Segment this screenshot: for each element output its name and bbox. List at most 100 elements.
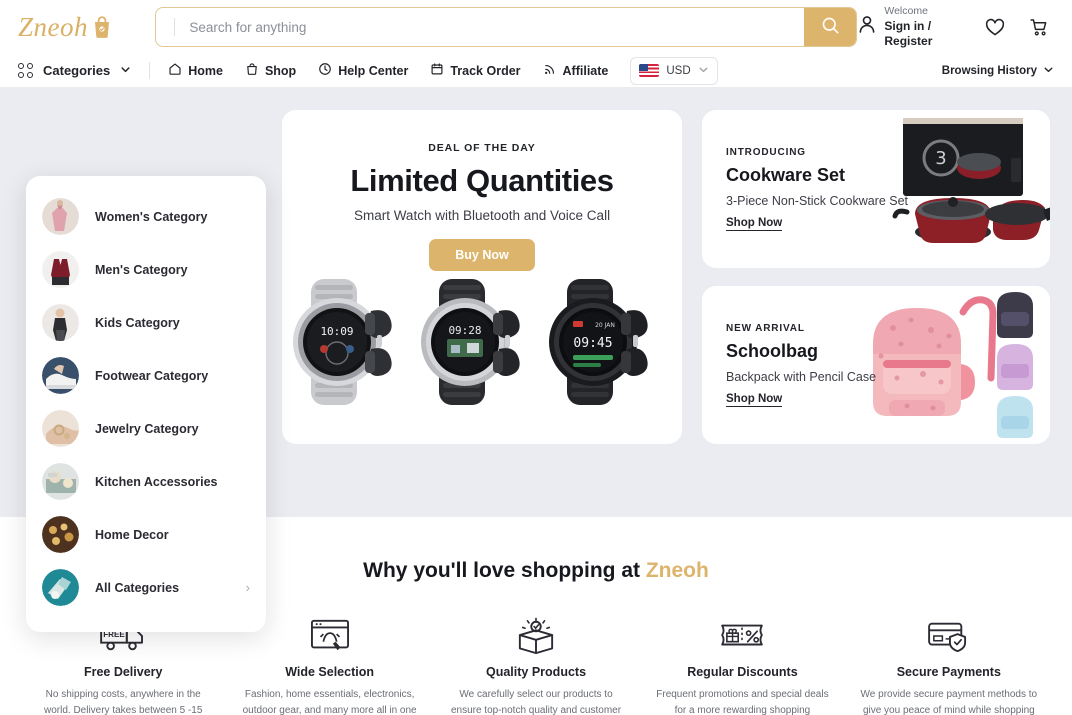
feature-quality-products-name: Quality Products [486,665,587,679]
account-labels: Welcome Sign in / Register [884,5,962,48]
page-root: Zneoh Search for anything Welcome Sign i… [0,0,1072,715]
promo-schoolbag-title: Schoolbag [726,341,819,361]
promo-cookware-shop-now[interactable]: Shop Now [726,217,783,231]
nav-item-home-label: Home [188,63,223,78]
user-icon [857,14,877,40]
feature-free-delivery-name: Free Delivery [83,665,163,679]
all-thumb-icon [42,569,79,606]
bag-icon [245,62,259,79]
nav-item-track-order[interactable]: Track Order [430,62,521,79]
calendar-icon [430,62,444,79]
kids-thumb-icon [42,304,79,341]
feature-wide-selection-desc: Fashion, home essentials, electronics, o… [242,689,417,715]
promo-schoolbag-kicker: NEW ARRIVAL [726,323,805,334]
nav-item-shop[interactable]: Shop [245,62,296,79]
category-item-womens[interactable]: Women's Category [26,190,266,243]
promo-schoolbag-desc: Backpack with Pencil Case [726,370,877,384]
feature-wide-selection-name: Wide Selection [285,665,374,679]
category-item-home-decor-label: Home Decor [95,527,169,542]
nav-item-help-center-label: Help Center [338,63,409,78]
svg-text:09:45: 09:45 [573,336,612,351]
nav-item-affiliate[interactable]: Affiliate [543,62,609,79]
promo-schoolbag-shop-now[interactable]: Shop Now [726,393,783,407]
feature-quality-products: Quality Products We carefully select our… [433,617,639,715]
feature-regular-discounts-name: Regular Discounts [687,665,798,679]
mens-thumb-icon [42,251,79,288]
feature-secure-payments: Secure Payments We provide secure paymen… [846,617,1052,715]
promo-cookware-kicker: INTRODUCING [726,147,806,158]
chevron-down-icon [1043,64,1054,78]
nav-links: Home Shop Help Center Track Order Affili… [168,62,608,79]
category-item-home-decor[interactable]: Home Decor [26,508,266,561]
us-flag-icon [639,64,660,77]
category-item-jewelry[interactable]: Jewelry Category [26,402,266,455]
search-bar[interactable] [155,7,858,47]
nav-item-home[interactable]: Home [168,62,223,79]
categories-label: Categories [43,63,111,78]
deal-of-the-day-card: DEAL OF THE DAY Limited Quantities Smart… [282,110,682,444]
svg-text:3: 3 [935,148,946,169]
decor-thumb-icon [42,516,79,553]
footwear-thumb-icon [42,357,79,394]
nav-item-shop-label: Shop [264,63,297,78]
grid-dots-icon [18,63,33,78]
category-item-jewelry-label: Jewelry Category [95,421,199,436]
category-item-mens[interactable]: Men's Category [26,243,266,296]
smartwatch-silver-image: 10:09 [293,277,415,410]
kitchen-thumb-icon [42,463,79,500]
main-nav: Categories Home Shop Help Center Track O… [0,54,1072,88]
promo-cookware-title: Cookware Set [726,165,846,185]
promo-card-schoolbag[interactable]: NEW ARRIVAL Schoolbag Backpack with Penc… [702,286,1050,444]
feature-secure-payments-desc: We provide secure payment methods to giv… [860,689,1038,715]
search-button[interactable] [804,8,857,46]
heart-icon[interactable] [984,16,1006,38]
home-icon [168,62,182,79]
category-item-kids-label: Kids Category [95,315,180,330]
features-title-brand: Zneoh [645,559,709,582]
secure-payments-card-icon [926,617,972,655]
header-actions: Welcome Sign in / Register [857,5,1054,48]
buy-now-button[interactable]: Buy Now [429,239,535,271]
svg-text:09:28: 09:28 [448,324,481,337]
jewelry-thumb-icon [42,410,79,447]
search-input[interactable] [175,8,805,46]
quality-products-box-icon [514,617,558,655]
broadcast-icon [543,62,557,79]
category-item-footwear[interactable]: Footwear Category [26,349,266,402]
categories-dropdown: Women's Category Men's Category Kids Cat… [26,176,266,632]
browsing-history-button[interactable]: Browsing History [942,64,1054,78]
nav-item-track-order-label: Track Order [450,63,521,78]
womens-thumb-icon [42,198,79,235]
feature-secure-payments-name: Secure Payments [896,665,1001,679]
wide-selection-window-icon [309,617,351,655]
logo-text: Zneoh [18,11,88,42]
chevron-down-icon [120,62,131,80]
nav-item-help-center[interactable]: Help Center [318,62,408,79]
cart-icon[interactable] [1028,16,1050,38]
help-circle-icon [318,62,332,79]
category-item-kids[interactable]: Kids Category [26,296,266,349]
deal-subtitle: Smart Watch with Bluetooth and Voice Cal… [353,208,611,223]
currency-selector[interactable]: USD [630,56,718,85]
category-item-all-categories[interactable]: All Categories › [26,561,266,614]
chevron-down-icon [698,62,709,80]
promo-cookware-text: INTRODUCING Cookware Set 3-Piece Non-Sti… [726,147,908,231]
category-item-kitchen[interactable]: Kitchen Accessories [26,455,266,508]
shopping-bag-icon [91,15,113,39]
smartwatch-dark-image: 20 JAN 09:45 [549,277,671,410]
nav-divider [149,62,151,79]
promo-card-cookware[interactable]: INTRODUCING Cookware Set 3-Piece Non-Sti… [702,110,1050,268]
feature-free-delivery-desc: No shipping costs, anywhere in the world… [43,689,203,715]
logo[interactable]: Zneoh [18,12,137,43]
feature-regular-discounts-desc: Frequent promotions and special deals fo… [656,689,829,715]
feature-regular-discounts: Regular Discounts Frequent promotions an… [639,617,845,715]
promo-cookware-desc: 3-Piece Non-Stick Cookware Set [726,194,909,208]
nav-item-affiliate-label: Affiliate [562,63,609,78]
svg-text:20 JAN: 20 JAN [595,322,615,329]
browsing-history-label: Browsing History [941,64,1037,77]
feature-quality-products-desc: We carefully select our products to ensu… [450,689,622,715]
welcome-label: Welcome [884,5,928,18]
svg-text:10:09: 10:09 [320,325,353,338]
account-button[interactable]: Welcome Sign in / Register [857,5,962,48]
categories-button[interactable]: Categories [18,62,131,80]
